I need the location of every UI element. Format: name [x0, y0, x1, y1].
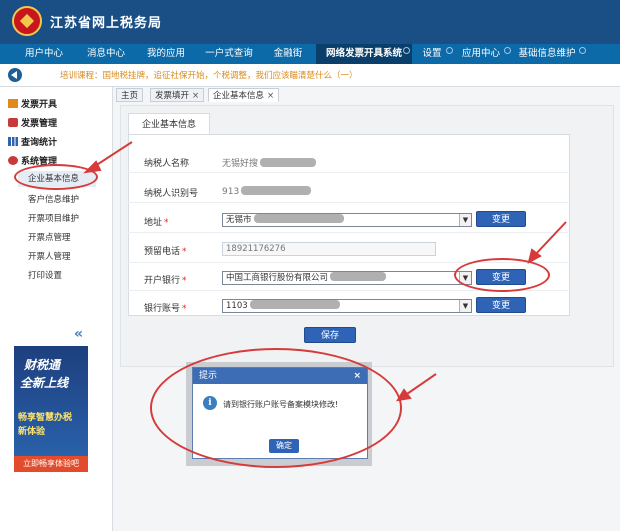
redaction-blur: [330, 272, 387, 281]
page-tabs: 主页 发票填开 × 企业基本信息 ×: [112, 87, 620, 103]
nav-item-settings[interactable]: 设置: [416, 44, 448, 64]
chevron-down-icon: [579, 47, 586, 54]
account-label: 银行账号 *: [144, 301, 187, 314]
sidebar-item-invoice-points[interactable]: 开票点管理: [28, 231, 71, 243]
bank-select[interactable]: 中国工商银行股份有限公司 ▼: [222, 271, 472, 285]
sidebar-group-invoice-issue[interactable]: 发票开具: [8, 97, 57, 110]
tab-label: 企业基本信息: [213, 91, 265, 101]
account-change-button[interactable]: 变更: [476, 297, 526, 313]
address-select[interactable]: 无锡市 ▼: [222, 213, 472, 227]
chevron-down-icon: [446, 47, 453, 54]
taxpayer-name-label: 纳税人名称: [144, 159, 190, 169]
taxpayer-name-text: 无锡好搜: [222, 159, 259, 169]
chart-icon: [8, 137, 18, 146]
sidebar-group-label: 发票管理: [21, 119, 58, 129]
nav-item-app-center[interactable]: 应用中心: [456, 44, 506, 64]
collapse-sidebar-icon[interactable]: «: [74, 327, 90, 341]
main-nav: 用户中心 消息中心 我的应用 一户式查询 金融街 网络发票开具系统 设置 应用中…: [0, 44, 620, 64]
address-label-text: 地址: [144, 218, 163, 228]
nav-item-user-center[interactable]: 用户中心: [14, 44, 74, 64]
sidebar-item-invoicer-manage[interactable]: 开票人管理: [28, 250, 71, 262]
sidebar-group-query-stats[interactable]: 查询统计: [8, 135, 57, 148]
annotation-ellipse: [150, 348, 402, 468]
account-select[interactable]: 1103 ▼: [222, 299, 472, 313]
promo-line-1: 财税通: [24, 358, 61, 372]
taxpayer-id-text: 913: [222, 187, 240, 197]
tab-label: 主页: [121, 91, 139, 101]
nav-item-my-apps[interactable]: 我的应用: [138, 44, 194, 64]
sidebar-group-label: 查询统计: [21, 138, 58, 148]
sidebar-item-print-settings[interactable]: 打印设置: [28, 269, 62, 281]
bank-value: 中国工商银行股份有限公司: [226, 273, 329, 283]
redaction-blur: [241, 186, 312, 195]
annotation-arrow: [403, 373, 437, 397]
required-mark: *: [182, 304, 187, 314]
taxpayer-name-value: 无锡好搜: [222, 156, 317, 169]
chevron-down-icon: [403, 47, 410, 54]
gear-icon: [8, 156, 18, 165]
required-mark: *: [182, 276, 187, 286]
address-value: 无锡市: [226, 215, 252, 225]
promo-line-2: 全新上线: [20, 376, 69, 390]
sidebar-item-invoice-items[interactable]: 开票项目维护: [28, 212, 79, 224]
annotation-ellipse: [454, 258, 550, 292]
chevron-down-icon: [504, 47, 511, 54]
tab-label: 发票填开: [155, 91, 190, 101]
annotation-ellipse: [14, 164, 98, 190]
account-value: 1103: [226, 301, 248, 311]
bank-label: 开户银行 *: [144, 273, 187, 286]
sidebar-group-invoice-manage[interactable]: 发票管理: [8, 116, 57, 129]
redaction-blur: [260, 158, 317, 167]
promo-line-3: 畅享智慧办税: [18, 413, 73, 423]
chevron-down-icon[interactable]: ▼: [459, 214, 471, 226]
taxpayer-id-value: 913: [222, 186, 312, 197]
close-icon[interactable]: ×: [267, 91, 274, 101]
panel-tab-company-info[interactable]: 企业基本信息: [128, 113, 210, 135]
tab-home[interactable]: 主页: [116, 88, 144, 102]
address-change-button[interactable]: 变更: [476, 211, 526, 227]
phone-field[interactable]: 18921176276: [222, 242, 436, 256]
promo-line-4: 新体验: [18, 427, 46, 437]
promo-cta-button[interactable]: 立即畅享体验吧: [14, 456, 88, 472]
phone-label-text: 预留电话: [144, 247, 181, 257]
row-divider: [128, 172, 568, 173]
sidebar-item-customer-info[interactable]: 客户信息维护: [28, 193, 79, 205]
taxpayer-id-label: 纳税人识别号: [144, 189, 199, 199]
sidebar-group-label: 发票开具: [21, 100, 58, 110]
row-divider: [128, 232, 568, 233]
invoice-icon: [8, 99, 18, 108]
nav-item-online-invoice[interactable]: 网络发票开具系统: [316, 44, 412, 64]
chevron-down-icon[interactable]: ▼: [459, 300, 471, 312]
nav-item-basic-info[interactable]: 基础信息维护: [514, 44, 580, 64]
folder-icon: [8, 118, 18, 127]
nav-item-one-stop-query[interactable]: 一户式查询: [198, 44, 260, 64]
bank-label-text: 开户银行: [144, 276, 181, 286]
tab-company-info[interactable]: 企业基本信息 ×: [208, 88, 280, 102]
close-icon[interactable]: ×: [192, 91, 199, 101]
nav-item-message-center[interactable]: 消息中心: [78, 44, 134, 64]
save-button[interactable]: 保存: [304, 327, 356, 343]
sidebar-toggle-icon[interactable]: [8, 68, 22, 82]
redaction-blur: [249, 300, 340, 309]
app-header: 江苏省网上税务局: [0, 0, 620, 44]
promo-banner[interactable]: 财税通 全新上线 畅享智慧办税 新体验 立即畅享体验吧: [14, 346, 88, 472]
tab-invoice-fill[interactable]: 发票填开 ×: [150, 88, 205, 102]
nav-item-finance-street[interactable]: 金融街: [264, 44, 312, 64]
redaction-blur: [253, 214, 344, 223]
app-title: 江苏省网上税务局: [50, 16, 163, 31]
address-label: 地址 *: [144, 215, 169, 228]
row-divider: [128, 202, 568, 203]
required-mark: *: [182, 247, 187, 257]
account-label-text: 银行账号: [144, 304, 181, 314]
tax-emblem-icon: [12, 6, 42, 36]
notice-bar: 培训课程：国地税挂牌，追征社保开始，个税调整，我们应该瞄清楚什么（一）: [0, 64, 620, 87]
required-mark: *: [164, 218, 169, 228]
notice-text[interactable]: 培训课程：国地税挂牌，追征社保开始，个税调整，我们应该瞄清楚什么（一）: [60, 69, 358, 81]
phone-label: 预留电话 *: [144, 244, 187, 257]
